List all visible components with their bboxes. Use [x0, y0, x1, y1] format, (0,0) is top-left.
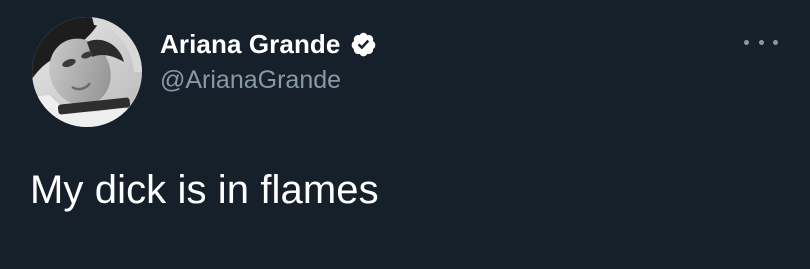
more-horizontal-icon-dot: [744, 39, 749, 45]
more-options-button[interactable]: [744, 32, 778, 52]
profile-photo-icon: [32, 17, 142, 127]
author-handle[interactable]: @ArianaGrande: [160, 66, 341, 95]
author-display-name[interactable]: Ariana Grande: [160, 29, 340, 60]
author-name-row: Ariana Grande: [160, 28, 377, 60]
avatar[interactable]: [32, 17, 142, 127]
more-horizontal-icon-dot: [773, 39, 778, 45]
verified-badge-icon: [350, 31, 377, 58]
more-horizontal-icon-dot: [758, 39, 764, 45]
tweet-text: My dick is in flames: [30, 168, 379, 212]
tweet-card: Ariana Grande @ArianaGrande My dick is i…: [0, 0, 810, 269]
